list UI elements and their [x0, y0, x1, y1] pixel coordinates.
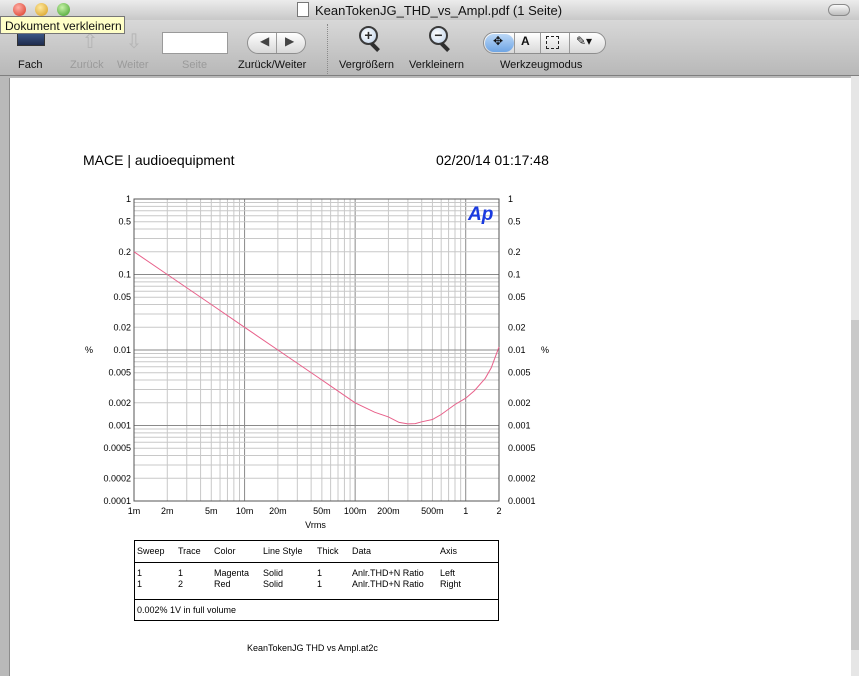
y-tick-label-left: 0.01 — [113, 345, 131, 355]
y-tick-label-left: 0.0001 — [103, 496, 131, 506]
legend-cell: Anlr.THD+N Ratio — [352, 579, 424, 589]
x-tick-label: 200m — [377, 506, 400, 516]
legend-note: 0.002% 1V in full volume — [137, 605, 237, 615]
y-tick-label-right: 0.2 — [508, 247, 521, 257]
x-tick-label: 2 — [496, 506, 501, 516]
y-tick-label-right: 0.0001 — [508, 496, 536, 506]
legend-header-data: Data — [352, 546, 372, 556]
y-tick-label-left: 1 — [126, 194, 131, 204]
y-tick-label-left: 0.5 — [118, 217, 131, 227]
legend-header-line-style: Line Style — [263, 546, 303, 556]
y-tick-label-right: 0.01 — [508, 345, 526, 355]
legend-cell: 1 — [178, 568, 184, 578]
y-tick-label-right: 0.002 — [508, 398, 531, 408]
legend-cell: Red — [214, 579, 231, 589]
y-tick-label-right: 0.5 — [508, 217, 521, 227]
legend-header-sweep: Sweep — [137, 546, 165, 556]
y-axis-label-left: % — [85, 345, 93, 355]
legend-cell: Solid — [263, 568, 284, 578]
x-tick-label: 50m — [313, 506, 331, 516]
y-tick-label-left: 0.002 — [108, 398, 131, 408]
legend-cell: 1 — [137, 568, 143, 578]
x-tick-label: 10m — [236, 506, 254, 516]
legend-cell: 1 — [137, 579, 143, 589]
y-tick-label-right: 0.1 — [508, 270, 521, 280]
x-tick-label: 5m — [205, 506, 218, 516]
legend-cell: 2 — [178, 579, 184, 589]
y-tick-label-right: 0.005 — [508, 368, 531, 378]
y-tick-label-right: 0.0005 — [508, 443, 536, 453]
y-tick-label-right: 0.02 — [508, 322, 526, 332]
legend-header-axis: Axis — [440, 546, 458, 556]
legend-cell: Left — [440, 568, 456, 578]
doc-footer: KeanTokenJG THD vs Ampl.at2c — [247, 643, 378, 653]
y-tick-label-left: 0.2 — [118, 247, 131, 257]
legend-cell: Solid — [263, 579, 284, 589]
y-tick-label-right: 1 — [508, 194, 513, 204]
y-tick-label-left: 0.0002 — [103, 473, 131, 483]
x-tick-label: 2m — [161, 506, 174, 516]
legend-header-color: Color — [214, 546, 236, 556]
legend-cell: Right — [440, 579, 462, 589]
ap-logo: Ap — [467, 204, 493, 225]
y-tick-label-right: 0.0002 — [508, 473, 536, 483]
y-tick-label-left: 0.005 — [108, 368, 131, 378]
x-tick-label: 20m — [269, 506, 287, 516]
legend-header-trace: Trace — [178, 546, 201, 556]
x-tick-label: 1 — [463, 506, 468, 516]
y-tick-label-left: 0.02 — [113, 322, 131, 332]
legend-cell: Magenta — [214, 568, 250, 578]
legend-cell: 1 — [317, 579, 323, 589]
y-tick-label-right: 0.001 — [508, 421, 531, 431]
x-tick-label: 1m — [128, 506, 141, 516]
legend-cell: 1 — [317, 568, 323, 578]
legend-header-thick: Thick — [317, 546, 339, 556]
legend-table: Sweep Trace Color Line Style Thick Data … — [134, 540, 499, 621]
y-axis-label-right: % — [541, 345, 549, 355]
x-axis-label: Vrms — [305, 520, 326, 530]
y-tick-label-left: 0.05 — [113, 292, 131, 302]
x-tick-label: 100m — [344, 506, 367, 516]
x-tick-label: 500m — [421, 506, 444, 516]
legend-cell: Anlr.THD+N Ratio — [352, 568, 424, 578]
y-tick-label-right: 0.05 — [508, 292, 526, 302]
y-tick-label-left: 0.001 — [108, 421, 131, 431]
y-tick-label-left: 0.1 — [118, 270, 131, 280]
y-tick-label-left: 0.0005 — [103, 443, 131, 453]
